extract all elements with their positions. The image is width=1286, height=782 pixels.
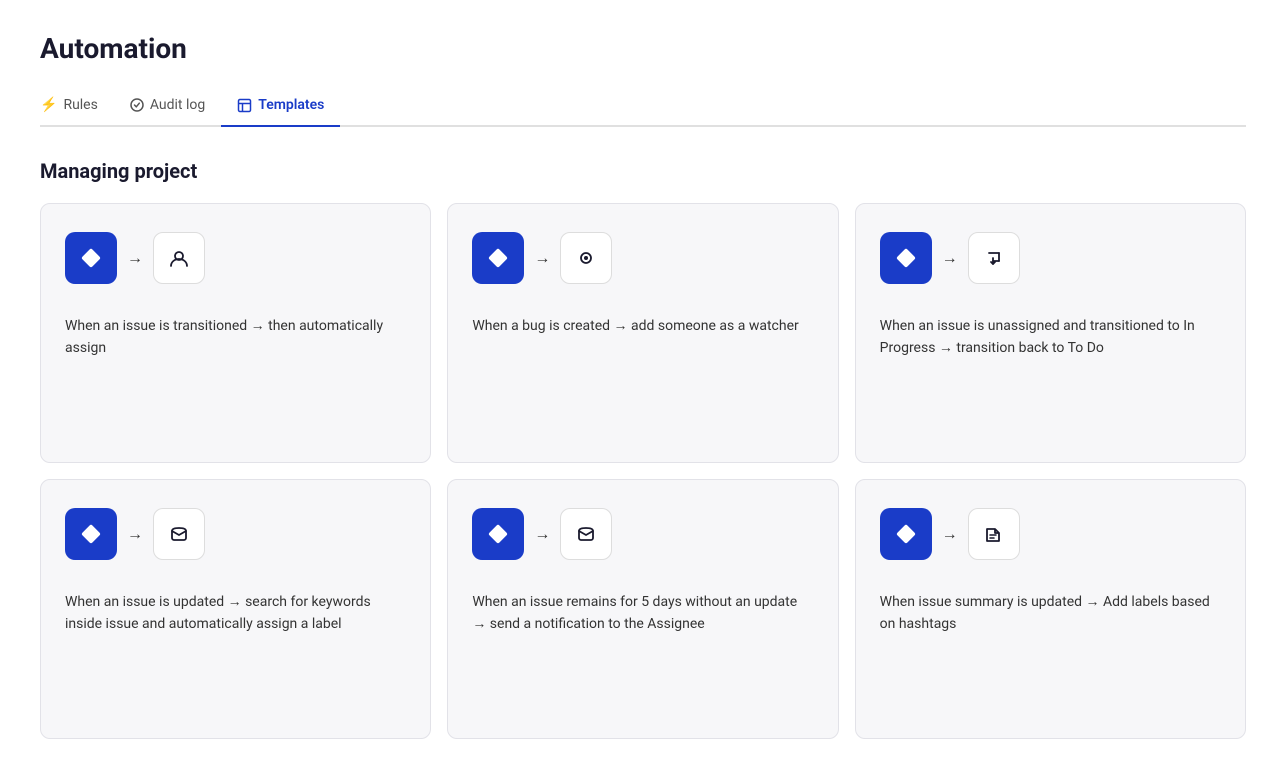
action-icon-6 xyxy=(968,508,1020,560)
tabs-bar: ⚡ Rules Audit log Templates xyxy=(40,89,1246,127)
card-4-icons: → xyxy=(65,508,406,560)
trigger-icon-5 xyxy=(472,508,524,560)
template-card-6[interactable]: → When issue summary is updated → Add la… xyxy=(855,479,1246,739)
action-icon-2 xyxy=(560,232,612,284)
action-icon-3 xyxy=(968,232,1020,284)
template-card-2[interactable]: → When a bug is created → add someone as… xyxy=(447,203,838,463)
trigger-icon-2 xyxy=(472,232,524,284)
template-card-4[interactable]: → When an issue is updated → search for … xyxy=(40,479,431,739)
card-2-text: When a bug is created → add someone as a… xyxy=(472,316,813,434)
card-3-icons: → xyxy=(880,232,1221,284)
card-4-text: When an issue is updated → search for ke… xyxy=(65,592,406,710)
card-5-icons: → xyxy=(472,508,813,560)
card-6-text: When issue summary is updated → Add labe… xyxy=(880,592,1221,710)
template-card-1[interactable]: → When an issue is transitioned → then a… xyxy=(40,203,431,463)
arrow-icon-2: → xyxy=(534,248,550,268)
arrow-icon-1: → xyxy=(127,248,143,268)
trigger-icon-3 xyxy=(880,232,932,284)
card-5-text: When an issue remains for 5 days without… xyxy=(472,592,813,710)
action-icon-5 xyxy=(560,508,612,560)
tab-rules[interactable]: ⚡ Rules xyxy=(40,89,114,127)
trigger-icon-1 xyxy=(65,232,117,284)
card-1-text: When an issue is transitioned → then aut… xyxy=(65,316,406,434)
arrow-icon-6: → xyxy=(942,524,958,544)
action-icon-1 xyxy=(153,232,205,284)
card-3-text: When an issue is unassigned and transiti… xyxy=(880,316,1221,434)
trigger-icon-4 xyxy=(65,508,117,560)
arrow-icon-3: → xyxy=(942,248,958,268)
section-title: Managing project xyxy=(40,159,1246,183)
templates-icon xyxy=(237,98,252,113)
trigger-icon-6 xyxy=(880,508,932,560)
page-container: Automation ⚡ Rules Audit log xyxy=(0,0,1286,779)
rules-icon: ⚡ xyxy=(40,97,57,113)
audit-log-icon xyxy=(130,98,144,112)
arrow-icon-5: → xyxy=(534,524,550,544)
card-2-icons: → xyxy=(472,232,813,284)
card-6-icons: → xyxy=(880,508,1221,560)
cards-grid: → When an issue is transitioned → then a… xyxy=(40,203,1246,739)
tab-audit-log[interactable]: Audit log xyxy=(114,89,221,127)
action-icon-4 xyxy=(153,508,205,560)
page-title: Automation xyxy=(40,32,1246,65)
card-1-icons: → xyxy=(65,232,406,284)
template-card-5[interactable]: → When an issue remains for 5 days witho… xyxy=(447,479,838,739)
tab-templates[interactable]: Templates xyxy=(221,89,340,127)
template-card-3[interactable]: → When an issue is unassigned and transi… xyxy=(855,203,1246,463)
arrow-icon-4: → xyxy=(127,524,143,544)
